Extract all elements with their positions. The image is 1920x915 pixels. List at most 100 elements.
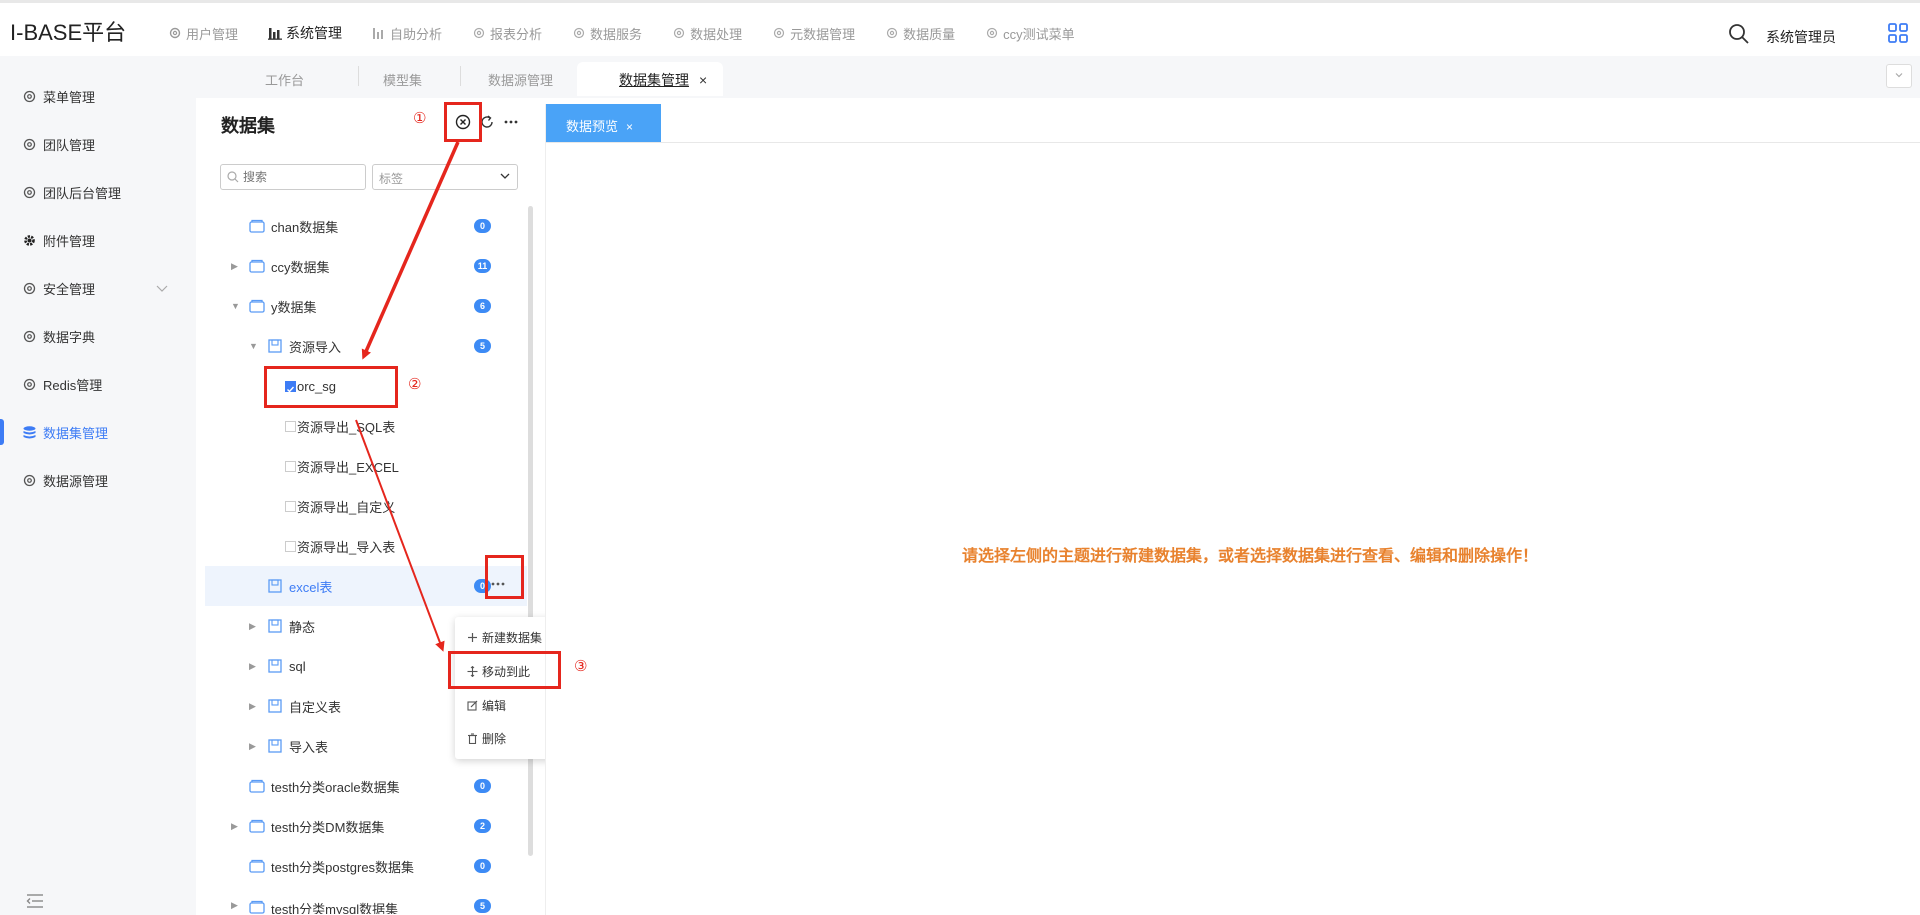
table-icon [268,619,282,633]
folder-icon [249,819,265,833]
sidebar-item-redis[interactable]: Redis管理 [22,372,102,396]
tree-node[interactable]: ▼ y数据集 6 [205,286,527,326]
tree-node[interactable]: 资源导出_自定义 [205,486,527,526]
search-icon[interactable] [1728,23,1750,45]
gear-icon [23,330,36,342]
annotation-box-more [485,555,524,599]
annotation-box-1 [444,102,482,142]
chevron-down-icon [500,173,510,179]
sidebar-item-attachment[interactable]: 附件管理 [22,228,95,252]
top-bar: I-BASE平台 用户管理 系统管理 自助分析 报表分析 数据服务 数据处理 元… [0,0,1920,56]
caret-right-icon[interactable]: ▶ [231,261,238,272]
annotation-number-3: ③ [574,658,588,675]
gear-icon [23,282,36,294]
gear-icon [23,186,36,198]
caret-right-icon[interactable]: ▶ [249,661,256,672]
annotation-number-1: ① [413,110,427,127]
topnav-data-quality[interactable]: 数据质量 [885,23,955,43]
tree-node[interactable]: 资源导出_EXCEL [205,446,527,486]
tree-node[interactable]: ▶ testh分类DM数据集 2 [205,806,527,846]
tree-node[interactable]: testh分类postgres数据集 0 [205,846,527,886]
checkbox[interactable] [285,500,296,512]
count-badge: 0 [474,859,491,873]
table-icon [268,659,282,673]
topnav-data-service[interactable]: 数据服务 [572,23,642,43]
chevron-down-icon[interactable] [156,285,168,293]
caret-right-icon[interactable]: ▶ [249,701,256,712]
user-name[interactable]: 系统管理员 [1766,27,1836,47]
tree-node[interactable]: ▶ ccy数据集 11 [205,246,527,286]
more-icon[interactable] [503,114,519,130]
empty-hint: 请选择左侧的主题进行新建数据集，或者选择数据集进行查看、编辑和删除操作！ [962,548,1539,565]
search-input[interactable] [243,168,361,186]
apps-grid-icon[interactable] [1888,23,1908,43]
caret-right-icon[interactable]: ▶ [231,821,238,832]
close-icon[interactable]: × [699,72,707,88]
gear-icon [886,27,898,39]
tab-strip: 工作台 模型集 数据源管理 数据集管理 × [240,62,1920,98]
top-nav: 用户管理 系统管理 自助分析 报表分析 数据服务 数据处理 元数据管理 数据质量… [168,23,1105,43]
tab-datasource-management[interactable]: 数据源管理 [488,70,553,89]
sidebar-item-data-dictionary[interactable]: 数据字典 [22,324,95,348]
count-badge: 5 [474,899,491,913]
caret-down-icon[interactable]: ▼ [231,301,240,311]
sidebar-item-team-management[interactable]: 团队管理 [22,132,95,156]
menu-item-delete[interactable]: 删除 [467,730,506,747]
preview-area: 数据预览 × 请选择左侧的主题进行新建数据集，或者选择数据集进行查看、编辑和删除操… [545,104,1920,915]
sidebar-item-datasource-management[interactable]: 数据源管理 [22,468,108,492]
count-badge: 5 [474,339,491,353]
search-icon [227,171,239,183]
tab-data-preview[interactable]: 数据预览 × [546,104,661,142]
caret-right-icon[interactable]: ▶ [249,621,256,632]
gear-icon [673,27,685,39]
caret-right-icon[interactable]: ▶ [231,900,238,911]
sidebar: 菜单管理 团队管理 团队后台管理 附件管理 安全管理 数据字典 Redis管理 … [0,56,196,915]
close-icon[interactable]: × [626,120,633,134]
tree-node[interactable]: ▼ 资源导入 5 [205,326,527,366]
cog-icon [24,234,35,246]
topnav-system-management[interactable]: 系统管理 [268,23,342,43]
sidebar-item-team-backend[interactable]: 团队后台管理 [22,180,121,204]
topnav-report-analysis[interactable]: 报表分析 [472,23,542,43]
tab-model-set[interactable]: 模型集 [383,70,422,89]
search-field[interactable] [220,164,366,190]
count-badge: 11 [474,259,491,273]
folder-icon [249,259,265,273]
sidebar-item-dataset-management[interactable]: 数据集管理 [22,420,108,444]
topnav-ccy-test-menu[interactable]: ccy测试菜单 [985,23,1075,43]
topnav-metadata-management[interactable]: 元数据管理 [772,23,855,43]
caret-down-icon[interactable]: ▼ [249,341,258,351]
tree-node[interactable]: 资源导出_导入表 [205,526,527,566]
checkbox[interactable] [285,540,296,552]
tab-workbench[interactable]: 工作台 [265,70,304,89]
dataset-panel: 数据集 标签 chan数据集 0 ▶ ccy数据集 11 ▼ y数据集 6 [205,104,535,915]
topnav-user-management[interactable]: 用户管理 [168,23,238,43]
gear-icon [23,90,36,102]
top-right: 系统管理员 [1728,21,1920,47]
tab-dataset-management[interactable]: 数据集管理 × [577,62,724,96]
sidebar-item-menu-management[interactable]: 菜单管理 [22,84,95,108]
topnav-data-processing[interactable]: 数据处理 [672,23,742,43]
app-logo: I-BASE平台 [10,20,127,45]
tab-dropdown-button[interactable] [1886,64,1912,88]
tree-node[interactable]: chan数据集 0 [205,206,527,246]
menu-item-new-dataset[interactable]: 新建数据集 [467,629,542,646]
gear-icon [23,474,36,486]
checkbox[interactable] [285,460,296,472]
sidebar-item-security[interactable]: 安全管理 [22,276,95,300]
plus-icon [468,633,477,642]
topnav-self-analysis[interactable]: 自助分析 [372,23,442,43]
table-icon [268,699,282,713]
gear-icon [23,138,36,150]
tree-node[interactable]: 资源导出_SQL表 [205,406,527,446]
collapse-sidebar-icon[interactable] [26,894,44,908]
tree-node[interactable]: testh分类oracle数据集 0 [205,766,527,806]
gear-icon [23,378,36,390]
tree-node[interactable]: ▶ testh分类mysql数据集 5 [205,886,527,914]
tag-select[interactable]: 标签 [372,164,518,190]
tree-node-selected[interactable]: excel表 0 [205,566,527,606]
caret-right-icon[interactable]: ▶ [249,741,256,752]
checkbox[interactable] [285,420,296,432]
bar-chart-icon [373,28,384,39]
menu-item-edit[interactable]: 编辑 [467,697,506,714]
